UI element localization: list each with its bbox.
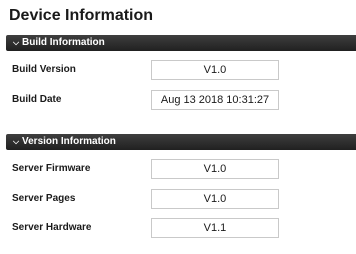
- chevron-down-icon: ⌵: [13, 38, 20, 47]
- build-date-value: Aug 13 2018 10:31:27: [151, 90, 279, 110]
- section-title: Version Information: [22, 136, 116, 147]
- build-date-label: Build Date: [12, 94, 62, 105]
- server-pages-value: V1.0: [151, 189, 279, 209]
- version-information-header[interactable]: ⌵ Version Information: [6, 134, 356, 150]
- build-version-value: V1.0: [151, 60, 279, 80]
- server-pages-label: Server Pages: [12, 193, 76, 204]
- section-title: Build Information: [22, 37, 105, 48]
- server-firmware-label: Server Firmware: [12, 163, 91, 174]
- server-firmware-value: V1.0: [151, 159, 279, 179]
- server-hardware-value: V1.1: [151, 218, 279, 238]
- chevron-down-icon: ⌵: [13, 137, 20, 146]
- build-version-label: Build Version: [12, 64, 76, 75]
- server-hardware-label: Server Hardware: [12, 222, 92, 233]
- build-information-header[interactable]: ⌵ Build Information: [6, 35, 356, 51]
- page-title: Device Information: [9, 7, 154, 24]
